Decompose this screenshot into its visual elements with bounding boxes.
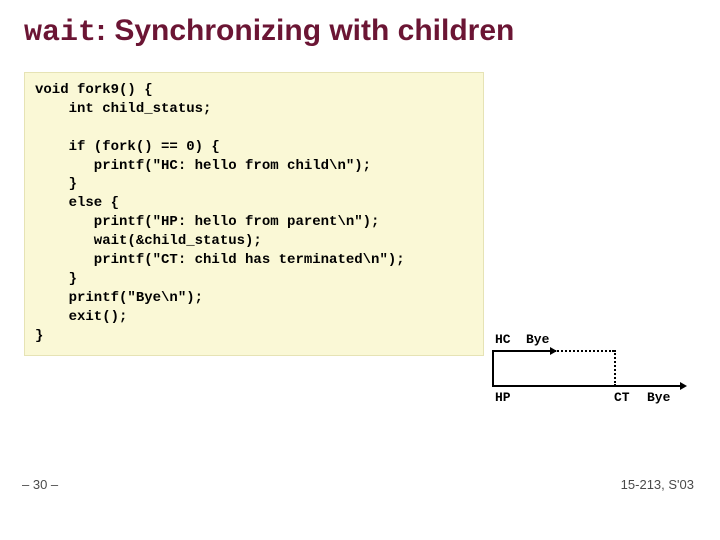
graph-line (492, 350, 552, 352)
graph-label-bye1: Bye (526, 332, 549, 347)
graph-label-ct: CT (614, 390, 630, 405)
graph-line (492, 350, 494, 386)
course-label: 15-213, S'03 (621, 477, 694, 492)
graph-line (492, 385, 682, 387)
graph-label-hp: HP (495, 390, 511, 405)
arrow-icon (680, 382, 687, 390)
graph-dotted-line (554, 350, 614, 352)
process-graph: HC Bye HP CT Bye (492, 330, 702, 410)
graph-label-hc: HC (495, 332, 511, 347)
title-code-word: wait (24, 16, 96, 50)
graph-line (614, 350, 616, 386)
graph-label-bye2: Bye (647, 390, 670, 405)
page-number: – 30 – (22, 477, 58, 492)
code-block: void fork9() { int child_status; if (for… (24, 72, 484, 356)
slide-title: wait: Synchronizing with children (24, 14, 514, 50)
title-rest: : Synchronizing with children (96, 14, 514, 47)
